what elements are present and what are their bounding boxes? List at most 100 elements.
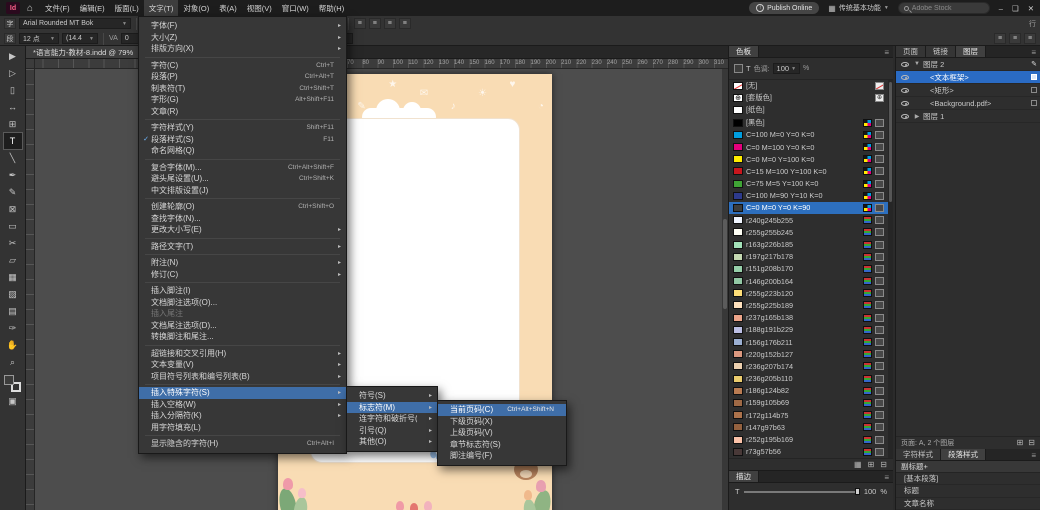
menu-item[interactable]: 中文排版设置(J) — [139, 185, 346, 197]
menu-item[interactable]: 字形(G) Alt+Shift+F11 — [139, 94, 346, 106]
menu-item[interactable]: 插入脚注(I) — [139, 285, 346, 297]
swatch-row[interactable]: r147g97b63 — [729, 421, 888, 433]
swatch-row[interactable]: r151g208b170 — [729, 263, 888, 275]
menu-item[interactable]: 项目符号列表和编号列表(B) ▸ — [139, 371, 346, 383]
page-tool[interactable]: ▯ — [4, 82, 22, 98]
paragraph-align-left-icon[interactable]: ≡ — [994, 33, 1006, 44]
ruler-origin-box[interactable] — [26, 59, 35, 69]
selection-proxy-icon[interactable] — [1031, 74, 1037, 80]
menu-item[interactable]: 其他(O) ▸ — [347, 436, 437, 448]
paragraph-align-center-icon[interactable]: ≡ — [1009, 33, 1021, 44]
swatch-row[interactable]: [无] — [729, 80, 888, 92]
menubar-item[interactable]: 文字(T) — [143, 0, 179, 16]
menu-item[interactable]: 文档尾注选项(D)... — [139, 320, 346, 332]
paragraph-align-right-icon[interactable]: ≡ — [1024, 33, 1036, 44]
menubar-item[interactable]: 对象(O) — [178, 0, 214, 16]
zoom-tool[interactable]: ⌕ — [4, 354, 22, 370]
swatch-row[interactable]: [黑色] — [729, 117, 888, 129]
menu-item[interactable]: 制表符(T) Ctrl+Shift+T — [139, 83, 346, 95]
layer-row[interactable]: <Background.pdf> — [896, 97, 1040, 110]
menu-item[interactable]: 大小(Z) ▸ — [139, 32, 346, 44]
menu-item[interactable]: 文本变量(V) ▸ — [139, 359, 346, 371]
menu-item[interactable]: 文章(R) — [139, 106, 346, 118]
direct-selection-tool[interactable]: ▷ — [4, 65, 22, 81]
swatch-row[interactable]: r73g57b56 — [729, 446, 888, 458]
swatch-row[interactable]: C=15 M=100 Y=100 K=0 — [729, 165, 888, 177]
menu-item[interactable]: 转换脚注和尾注... — [139, 331, 346, 343]
fill-proxy-chip[interactable] — [4, 375, 14, 385]
paragraph-formatting-toggle[interactable]: 段 — [4, 33, 16, 44]
layer-row[interactable]: ▼ 图层 2 ✎ — [896, 58, 1040, 71]
menu-item[interactable]: 插入空格(W) ▸ — [139, 399, 346, 411]
publish-online-button[interactable]: ↑ Publish Online — [749, 2, 820, 14]
menu-item[interactable]: 用字符填充(L) — [139, 422, 346, 434]
dock-tab[interactable]: 链接 — [926, 46, 956, 57]
fill-proxy-chip[interactable] — [734, 64, 743, 73]
menu-item[interactable]: 更改大小写(E) ▸ — [139, 224, 346, 236]
tab-swatches[interactable]: 色板 — [729, 46, 759, 57]
swatch-row[interactable]: C=100 M=0 Y=0 K=0 — [729, 129, 888, 141]
character-formatting-toggle[interactable]: 字 — [4, 18, 16, 29]
menubar-item[interactable]: 文件(F) — [40, 0, 75, 16]
selection-proxy-icon[interactable] — [1031, 87, 1037, 93]
menu-item[interactable]: 符号(S) ▸ — [347, 390, 437, 402]
menu-item[interactable]: ✓ 段落样式(S) F11 — [139, 134, 346, 146]
visibility-eye-icon[interactable] — [901, 100, 909, 106]
swatch-row[interactable]: C=0 M=0 Y=100 K=0 — [729, 153, 888, 165]
menu-item[interactable]: 字体(F) ▸ — [139, 20, 346, 32]
new-swatch-icon[interactable]: ⊞ — [868, 460, 875, 469]
free-transform-tool[interactable]: ▱ — [4, 252, 22, 268]
swatch-row[interactable]: r156g176b211 — [729, 336, 888, 348]
align-center-icon[interactable]: ≡ — [368, 18, 381, 29]
menubar-item[interactable]: 表(A) — [214, 0, 242, 16]
swatch-row[interactable]: r186g124b82 — [729, 385, 888, 397]
swatch-row[interactable]: ⊕ [套版色] ⊕ — [729, 92, 888, 104]
hand-tool[interactable]: ✋ — [4, 337, 22, 353]
menu-item[interactable]: 脚注编号(F) — [438, 450, 566, 462]
dock-tab[interactable]: 图层 — [956, 46, 986, 57]
menu-item[interactable]: 上级页码(V) — [438, 427, 566, 439]
swatch-row[interactable]: r255g255b245 — [729, 226, 888, 238]
menu-item[interactable]: 字符样式(Y) Shift+F11 — [139, 122, 346, 134]
menu-item[interactable]: 引号(Q) ▸ — [347, 425, 437, 437]
content-collector-tool[interactable]: ⊞ — [4, 116, 22, 132]
panel-menu-icon[interactable]: ≡ — [884, 473, 893, 482]
panel-menu-icon[interactable]: ≡ — [1031, 451, 1040, 460]
scrollbar-thumb[interactable] — [889, 82, 892, 202]
style-row[interactable]: 标题 — [896, 485, 1040, 498]
dock-tab[interactable]: 页面 — [896, 46, 926, 57]
styles-tab[interactable]: 段落样式 — [941, 448, 986, 460]
scrollbar-thumb[interactable] — [723, 219, 727, 309]
layer-row[interactable]: ▶ 图层 1 — [896, 110, 1040, 123]
pencil-tool[interactable]: ✎ — [4, 184, 22, 200]
rectangle-tool[interactable]: ▭ — [4, 218, 22, 234]
fill-stroke-proxy[interactable] — [4, 375, 21, 392]
visibility-eye-icon[interactable] — [901, 61, 909, 67]
style-row[interactable]: [基本段落] — [896, 473, 1040, 485]
tint-slider[interactable] — [743, 488, 860, 495]
selection-tool[interactable]: ▶ — [4, 48, 22, 64]
menu-item[interactable]: 排版方向(X) ▸ — [139, 43, 346, 55]
gap-tool[interactable]: ↔ — [4, 99, 22, 115]
vertical-ruler[interactable] — [26, 69, 35, 510]
tint-field[interactable]: 100 ▼ — [772, 63, 801, 74]
swatch-row[interactable]: r240g245b255 — [729, 214, 888, 226]
tab-stroke[interactable]: 描边 — [729, 471, 759, 482]
line-tool[interactable]: ╲ — [4, 150, 22, 166]
minimize-button[interactable]: – — [999, 4, 1003, 13]
menubar-item[interactable]: 帮助(H) — [314, 0, 349, 16]
menu-item[interactable]: 连字符和破折号(H) ▸ — [347, 413, 437, 425]
panel-menu-icon[interactable]: ≡ — [884, 48, 893, 57]
document-tab[interactable]: *语言能力-教材-8.indd @ 79% ✕ — [26, 46, 153, 58]
layer-row[interactable]: <矩形> — [896, 84, 1040, 97]
swatch-row[interactable]: r172g114b75 — [729, 409, 888, 421]
styles-tab[interactable]: 字符样式 — [896, 448, 941, 460]
menu-item[interactable]: 当前页码(C) Ctrl+Alt+Shift+N — [438, 404, 566, 416]
scissors-tool[interactable]: ✂ — [4, 235, 22, 251]
type-tool[interactable]: T — [2, 132, 23, 150]
menubar-item[interactable]: 窗口(W) — [277, 0, 314, 16]
swatch-row[interactable]: r220g152b127 — [729, 348, 888, 360]
restore-button[interactable]: ❑ — [1012, 4, 1019, 13]
font-family-select[interactable]: Arial Rounded MT Bok ▼ — [19, 18, 131, 29]
swatch-row[interactable]: r255g225b189 — [729, 299, 888, 311]
